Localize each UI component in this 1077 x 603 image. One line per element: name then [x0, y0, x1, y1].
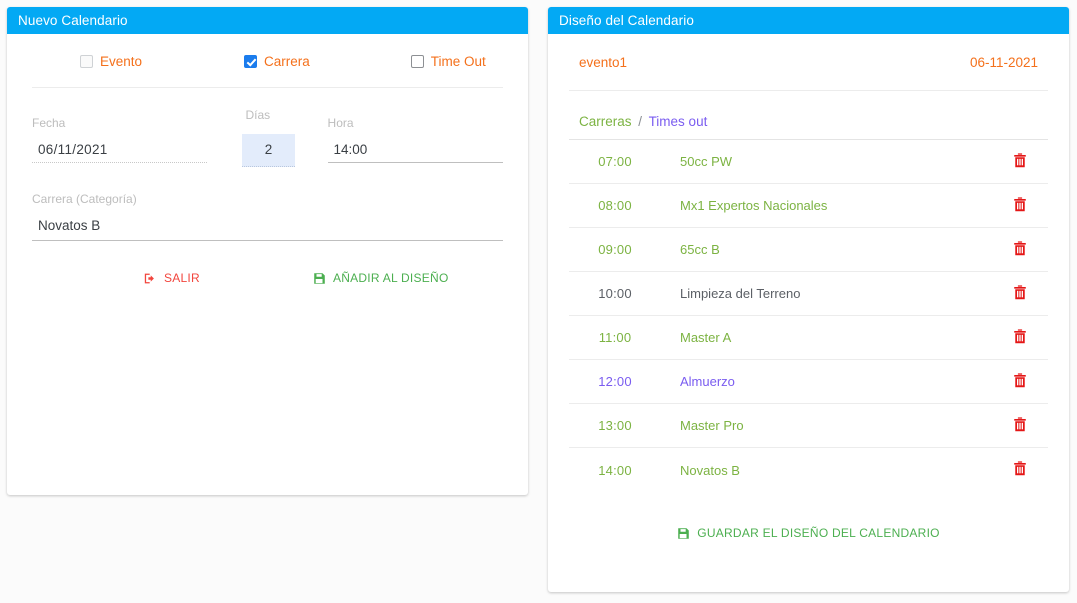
save-icon	[677, 527, 690, 540]
schedule-row-name: Master Pro	[680, 418, 744, 433]
schedule-row: 08:00 Mx1 Expertos Nacionales	[569, 184, 1048, 228]
event-name: evento1	[579, 55, 628, 70]
delete-row-button[interactable]	[992, 461, 1048, 479]
add-to-design-button[interactable]: AÑADIR AL DISEÑO	[313, 271, 449, 285]
schedule-row: 13:00 Master Pro	[569, 404, 1048, 448]
tab-carreras[interactable]: Carreras	[579, 114, 632, 129]
schedule-row-name: 65cc B	[680, 242, 720, 257]
trash-icon	[1013, 152, 1027, 171]
checkbox-time-out-label: Time Out	[430, 54, 486, 69]
field-categoria: Carrera (Categoría) Novatos B	[32, 192, 503, 241]
save-design-button-label: GUARDAR EL DISEÑO DEL CALENDARIO	[697, 526, 940, 540]
field-hora: Hora 14:00	[327, 116, 503, 163]
checkbox-carrera[interactable]: Carrera	[244, 54, 310, 69]
event-summary-row: evento1 06-11-2021	[569, 34, 1048, 91]
schedule-row-name: Master A	[680, 330, 732, 345]
checkbox-time-out-box[interactable]	[410, 55, 424, 68]
schedule-row-name: Novatos B	[680, 462, 740, 478]
form-actions: SALIR AÑADIR AL DISEÑO	[32, 271, 503, 285]
schedule-row-name: Limpieza del Terreno	[680, 286, 801, 301]
add-to-design-button-label: AÑADIR AL DISEÑO	[332, 271, 449, 285]
save-icon	[313, 272, 326, 285]
schedule-row-name: 50cc PW	[680, 154, 733, 169]
type-checkbox-group: Evento Carrera Time Out	[32, 34, 503, 88]
save-design-row: GUARDAR EL DISEÑO DEL CALENDARIO	[548, 526, 1069, 540]
field-dias: Días 2	[242, 108, 295, 167]
schedule-row-name: Almuerzo	[680, 374, 735, 389]
delete-row-button[interactable]	[992, 372, 1048, 391]
schedule-row-time: 08:00	[598, 198, 632, 213]
delete-row-button[interactable]	[992, 416, 1048, 435]
tab-times-out[interactable]: Times out	[649, 114, 708, 129]
delete-row-button[interactable]	[992, 240, 1048, 259]
checkbox-time-out[interactable]: Time Out	[410, 54, 486, 69]
delete-row-button[interactable]	[992, 196, 1048, 215]
trash-icon	[1013, 284, 1027, 303]
trash-icon	[1013, 196, 1027, 215]
schedule-list: 07:00 50cc PW 08:00 Mx1 Expertos Nacionales…	[569, 140, 1048, 492]
calendar-form: Fecha 06/11/2021 Días 2 Hora 14:00 Carre…	[7, 88, 528, 285]
fecha-input[interactable]: 06/11/2021	[32, 142, 208, 163]
schedule-row: 09:00 65cc B	[569, 228, 1048, 272]
checkbox-evento-box[interactable]	[80, 55, 93, 68]
new-calendar-body: Evento Carrera Time Out Fecha 06/11/2021	[7, 34, 528, 285]
schedule-row-time: 07:00	[598, 154, 632, 169]
trash-icon	[1013, 461, 1027, 479]
checkbox-evento-label: Evento	[100, 54, 143, 69]
exit-button[interactable]: SALIR	[144, 271, 200, 285]
calendar-design-title: Diseño del Calendario	[548, 7, 1069, 34]
exit-button-label: SALIR	[164, 271, 200, 285]
hora-label: Hora	[327, 116, 354, 130]
checkbox-evento[interactable]: Evento	[80, 54, 142, 69]
new-calendar-card: Nuevo Calendario Evento Carrera Time Out	[7, 7, 528, 495]
schedule-row-time: 10:00	[598, 286, 632, 301]
field-fecha: Fecha 06/11/2021	[32, 116, 208, 163]
delete-row-button[interactable]	[992, 284, 1048, 303]
form-row-primary: Fecha 06/11/2021 Días 2 Hora 14:00	[32, 108, 503, 167]
schedule-row-name: Mx1 Expertos Nacionales	[680, 198, 828, 213]
checkbox-carrera-box[interactable]	[244, 55, 258, 68]
event-date: 06-11-2021	[969, 55, 1038, 70]
sign-out-icon	[144, 272, 157, 285]
schedule-row-time: 14:00	[598, 462, 632, 478]
save-design-button[interactable]: GUARDAR EL DISEÑO DEL CALENDARIO	[677, 526, 940, 540]
schedule-row-time: 12:00	[598, 374, 632, 389]
schedule-row-time: 11:00	[598, 330, 632, 345]
trash-icon	[1013, 240, 1027, 259]
categoria-input[interactable]: Novatos B	[32, 218, 503, 241]
trash-icon	[1013, 372, 1027, 391]
tabs-separator: /	[638, 114, 643, 129]
schedule-row: 07:00 50cc PW	[569, 140, 1048, 184]
fecha-label: Fecha	[32, 116, 66, 130]
trash-icon	[1013, 328, 1027, 347]
schedule-row: 10:00 Limpieza del Terreno	[569, 272, 1048, 316]
schedule-row-time: 13:00	[598, 418, 632, 433]
categoria-label: Carrera (Categoría)	[32, 192, 137, 206]
delete-row-button[interactable]	[992, 152, 1048, 171]
page-root: Nuevo Calendario Evento Carrera Time Out	[0, 0, 1077, 603]
schedule-row: 14:00 Novatos B	[569, 448, 1048, 492]
checkbox-carrera-label: Carrera	[264, 54, 310, 69]
schedule-row: 12:00 Almuerzo	[569, 360, 1048, 404]
delete-row-button[interactable]	[992, 328, 1048, 347]
dias-input[interactable]: 2	[242, 134, 295, 167]
dias-label: Días	[245, 108, 271, 122]
schedule-tabs: Carreras / Times out	[569, 91, 1048, 140]
hora-input[interactable]: 14:00	[327, 142, 503, 163]
calendar-design-body: evento1 06-11-2021 Carreras / Times out …	[548, 34, 1069, 540]
trash-icon	[1013, 416, 1027, 435]
calendar-design-card: Diseño del Calendario evento1 06-11-2021…	[548, 7, 1069, 592]
schedule-row: 11:00 Master A	[569, 316, 1048, 360]
new-calendar-title: Nuevo Calendario	[7, 7, 528, 34]
schedule-row-time: 09:00	[598, 242, 632, 257]
